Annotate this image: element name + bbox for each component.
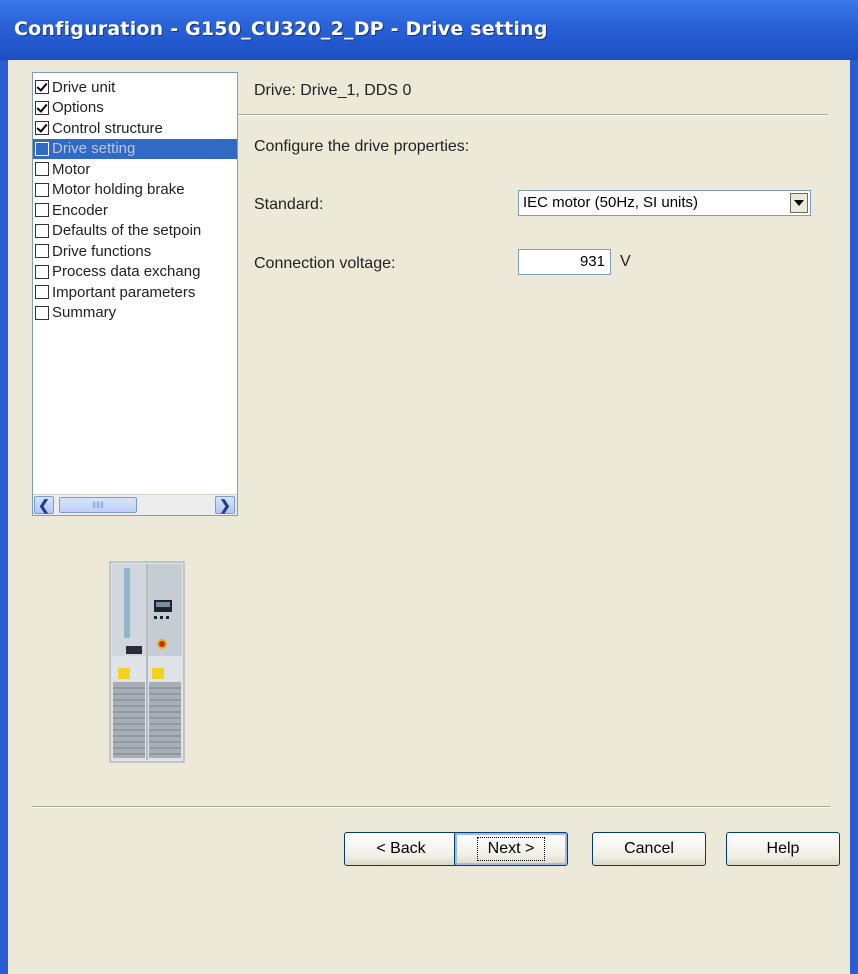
- divider: [238, 114, 828, 116]
- tree-item-label: Control structure: [52, 119, 163, 137]
- drive-heading: Drive: Drive_1, DDS 0: [254, 82, 412, 99]
- scroll-right-arrow-icon[interactable]: ❯: [215, 496, 235, 514]
- tree-item[interactable]: Motor holding brake: [33, 180, 237, 200]
- checkbox-icon[interactable]: [35, 244, 49, 258]
- tree-item[interactable]: Summary: [33, 303, 237, 323]
- cancel-button-label: Cancel: [624, 840, 674, 857]
- checkbox-icon[interactable]: [35, 264, 49, 279]
- connection-voltage-input[interactable]: 931: [518, 249, 611, 275]
- voltage-unit: V: [620, 253, 631, 270]
- tree-item-label: Drive setting: [52, 140, 136, 157]
- dropdown-arrow-icon[interactable]: [790, 193, 808, 213]
- window-title: Configuration - G150_CU320_2_DP - Drive …: [14, 18, 548, 40]
- standard-dropdown[interactable]: IEC motor (50Hz, SI units): [518, 190, 811, 216]
- tree-item-label: Summary: [52, 304, 117, 321]
- checkbox-icon[interactable]: [35, 203, 49, 217]
- scroll-left-arrow-icon[interactable]: ❮: [34, 496, 54, 514]
- tree-item[interactable]: Options: [33, 98, 237, 118]
- tree-item[interactable]: Drive functions: [33, 241, 237, 261]
- checkbox-icon[interactable]: [35, 162, 49, 176]
- title-bar[interactable]: Configuration - G150_CU320_2_DP - Drive …: [0, 0, 858, 60]
- checkbox-icon[interactable]: [35, 182, 49, 197]
- navigation-tree: Drive unit Options Control structure Drive …: [32, 72, 238, 516]
- tree-item-label: Drive unit: [52, 78, 116, 96]
- checkbox-icon[interactable]: [35, 285, 49, 299]
- footer-divider: [32, 806, 830, 808]
- connection-voltage-label: Connection voltage:: [254, 255, 396, 272]
- scroll-thumb[interactable]: ‖‖‖: [59, 497, 137, 513]
- back-button-label: < Back: [376, 840, 426, 857]
- tree-item-label: Process data exchang: [52, 263, 201, 280]
- tree-item[interactable]: Control structure: [33, 118, 237, 138]
- checkbox-icon[interactable]: [35, 141, 49, 156]
- configure-prompt: Configure the drive properties:: [254, 138, 470, 155]
- next-button[interactable]: Next >: [454, 832, 568, 866]
- standard-selected-value: IEC motor (50Hz, SI units): [523, 194, 699, 211]
- tree-item-label: Defaults of the setpoin: [52, 222, 202, 239]
- back-button[interactable]: < Back: [344, 832, 458, 866]
- tree-item[interactable]: Drive setting: [33, 138, 237, 159]
- tree-item[interactable]: Encoder: [33, 200, 237, 220]
- tree-item[interactable]: Drive unit: [33, 77, 237, 97]
- horizontal-scrollbar[interactable]: ❮ ‖‖‖ ❯: [33, 494, 237, 515]
- drive-cabinet-image: [109, 561, 185, 763]
- help-button-label: Help: [766, 840, 800, 857]
- checkbox-icon[interactable]: [35, 305, 49, 320]
- checkbox-icon[interactable]: [35, 100, 49, 115]
- tree-item-label: Options: [52, 99, 104, 116]
- tree-item[interactable]: Defaults of the setpoin: [33, 221, 237, 241]
- tree-item-label: Encoder: [52, 201, 108, 219]
- tree-item-label: Motor holding brake: [52, 181, 185, 198]
- standard-label: Standard:: [254, 196, 324, 213]
- next-button-label: Next >: [476, 837, 546, 861]
- cancel-button[interactable]: Cancel: [592, 832, 706, 866]
- checkbox-icon[interactable]: [35, 121, 49, 135]
- configuration-window: Configuration - G150_CU320_2_DP - Drive …: [0, 0, 858, 974]
- checkbox-icon[interactable]: [35, 223, 49, 238]
- help-button[interactable]: Help: [726, 832, 840, 866]
- tree-item-label: Motor: [52, 160, 91, 178]
- tree-item[interactable]: Process data exchang: [33, 262, 237, 282]
- tree-item[interactable]: Important parameters: [33, 282, 237, 302]
- checkbox-icon[interactable]: [35, 80, 49, 94]
- tree-item-label: Important parameters: [52, 283, 196, 301]
- dialog-client-area: Drive unit Options Control structure Drive …: [8, 60, 850, 974]
- tree-item-label: Drive functions: [52, 242, 152, 260]
- tree-item[interactable]: Motor: [33, 159, 237, 179]
